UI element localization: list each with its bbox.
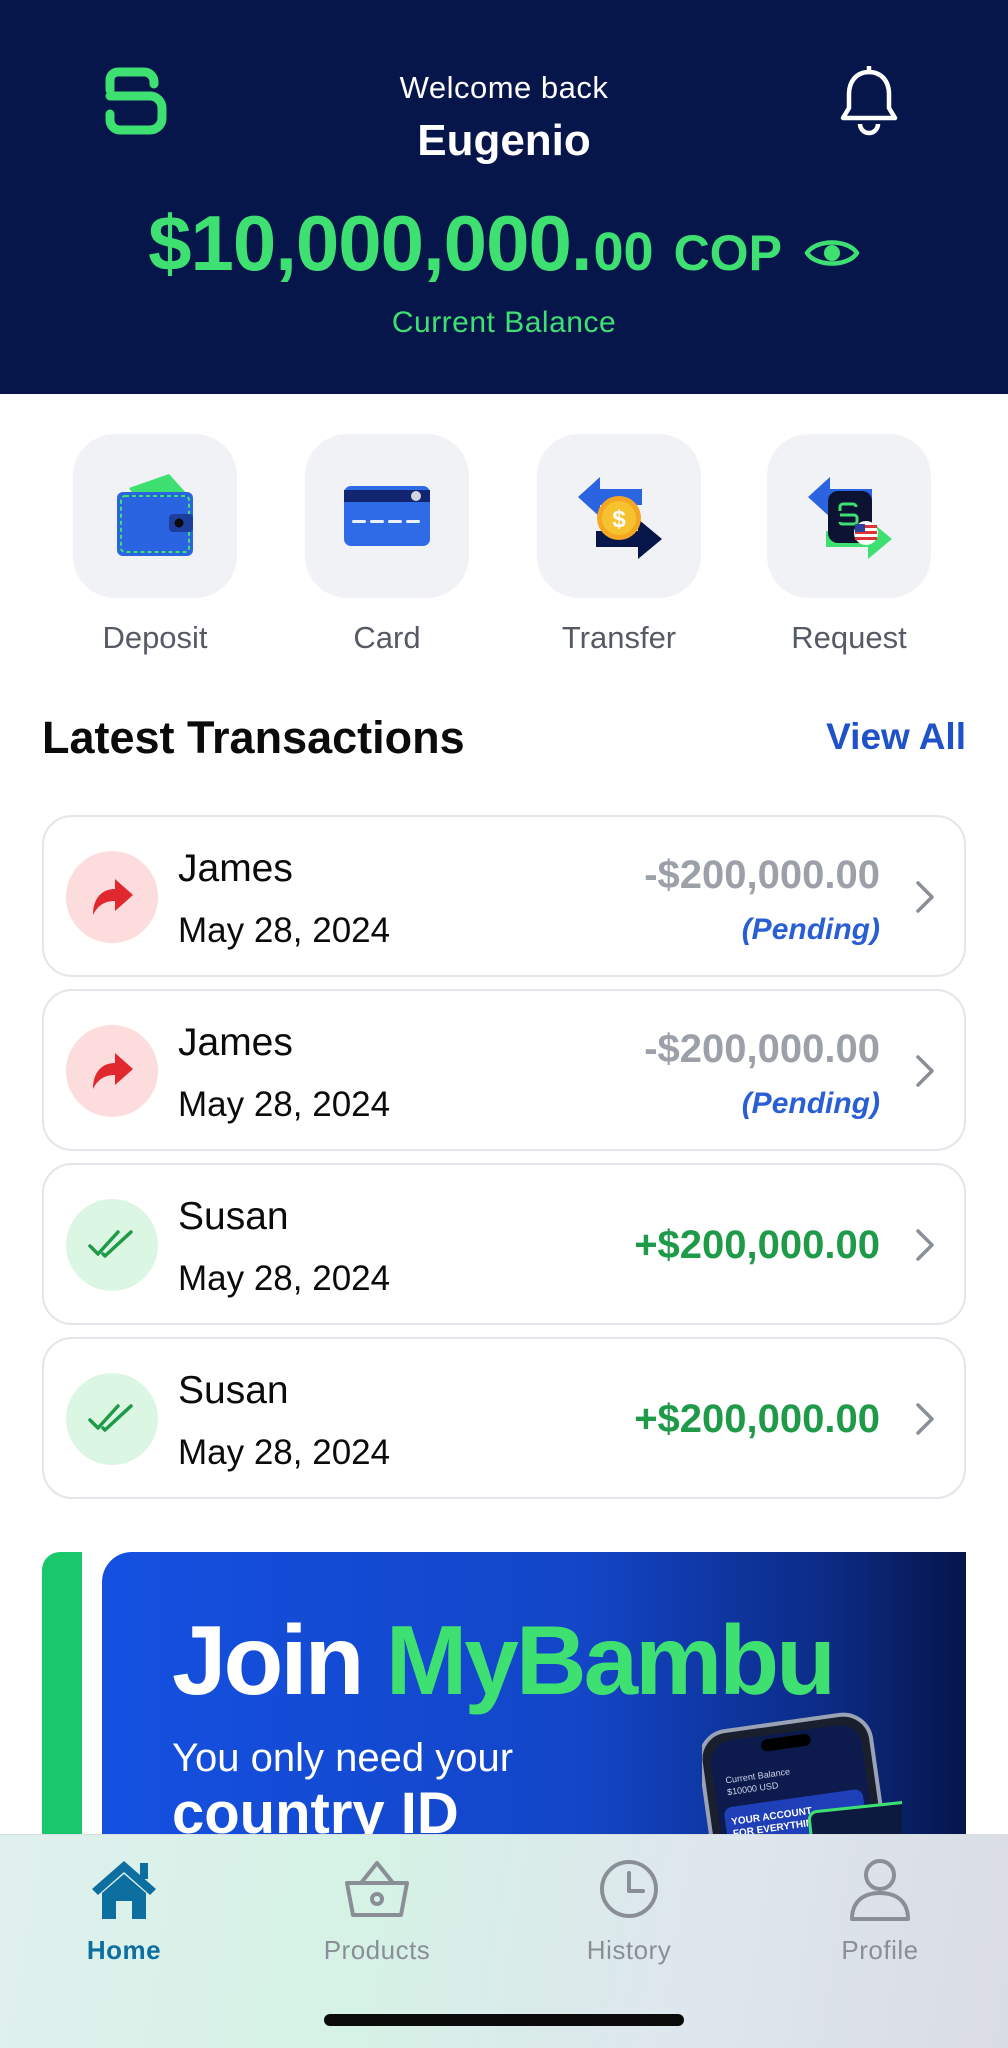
banner-brand-text: MyBambu [385,1605,836,1715]
transaction-amount: -$200,000.00 [644,853,880,897]
transaction-row[interactable]: James May 28, 2024 -$200,000.00 (Pending… [42,815,966,977]
transaction-amount: +$200,000.00 [634,1223,880,1267]
incoming-avatar [66,1199,158,1291]
transaction-row[interactable]: James May 28, 2024 -$200,000.00 (Pending… [42,989,966,1151]
transaction-name: James [178,847,293,890]
double-check-icon [88,1404,133,1432]
chevron-right-icon [916,881,934,913]
outgoing-avatar [66,851,158,943]
svg-text:$: $ [612,506,626,533]
bell-icon[interactable] [838,66,900,138]
phone-mockup-image: Current Balance $10000 USD YOUR ACCOUNT … [702,1712,902,1852]
transfer-arrows-icon: $ [578,477,662,559]
tab-history[interactable]: History [539,1855,719,1966]
transaction-row[interactable]: Susan May 28, 2024 +$200,000.00 [42,1337,966,1499]
banner-subtitle: You only need your [172,1736,514,1780]
transaction-amount: -$200,000.00 [644,1027,880,1071]
tab-products[interactable]: Products [287,1855,467,1966]
balance-label: Current Balance [391,306,617,339]
transaction-amount: +$200,000.00 [634,1397,880,1441]
request-label: Request [791,620,907,655]
transaction-status: (Pending) [741,1087,880,1120]
balance-amount: $10,000,000. 00 COP [0,198,1008,289]
transaction-status: (Pending) [741,913,880,946]
user-icon [850,1859,910,1921]
transaction-name: Susan [178,1369,289,1412]
transfer-action[interactable]: $ Transfer [524,434,714,656]
credit-card-icon [344,486,430,546]
home-indicator[interactable] [324,2014,684,2026]
transaction-name: James [178,1021,293,1064]
deposit-tile[interactable] [73,434,237,598]
transaction-row[interactable]: Susan May 28, 2024 +$200,000.00 [42,1163,966,1325]
outgoing-arrow-icon [93,879,133,915]
chevron-right-icon [916,1403,934,1435]
tab-products-label: Products [323,1935,431,1965]
deposit-label: Deposit [102,620,208,655]
request-action[interactable]: Request [754,434,944,656]
outgoing-arrow-icon [93,1053,133,1089]
tab-home[interactable]: Home [34,1855,214,1966]
tab-profile[interactable]: Profile [790,1855,970,1966]
section-title: Latest Transactions [42,712,465,763]
banner-join-text: Join [172,1605,364,1715]
quick-actions: Deposit Card $ Transfer Request [0,434,1008,664]
tab-profile-label: Profile [841,1935,919,1965]
transfer-tile[interactable]: $ [537,434,701,598]
deposit-action[interactable]: Deposit [60,434,250,656]
header: Welcome back Eugenio $10,000,000. 00 COP… [0,0,1008,394]
incoming-avatar [66,1373,158,1465]
transaction-name: Susan [178,1195,289,1238]
chevron-right-icon [916,1229,934,1261]
basket-icon [345,1861,409,1917]
transaction-date: May 28, 2024 [178,1259,391,1298]
banner-headline: Join MyBambu [172,1604,836,1717]
balance-cents: 00 [593,222,654,282]
promo-banner[interactable]: Join MyBambu You only need your country … [102,1552,966,1852]
transfer-label: Transfer [561,620,677,655]
tab-home-label: Home [86,1935,162,1965]
transaction-date: May 28, 2024 [178,1085,391,1124]
card-action[interactable]: Card [292,434,482,656]
transaction-date: May 28, 2024 [178,911,391,950]
eye-icon[interactable] [804,234,860,272]
previous-banner-peek[interactable] [42,1552,82,1852]
view-all-link[interactable]: View All [826,716,966,758]
tab-history-label: History [586,1935,672,1965]
outgoing-avatar [66,1025,158,1117]
chevron-right-icon [916,1055,934,1087]
transaction-date: May 28, 2024 [178,1433,391,1472]
balance-main: $10,000,000. [148,199,592,287]
request-tile[interactable] [767,434,931,598]
balance-currency: COP [673,225,782,281]
wallet-icon [117,474,193,556]
home-icon [92,1861,156,1919]
card-tile[interactable] [305,434,469,598]
double-check-icon [88,1230,133,1258]
request-arrows-icon [808,477,892,559]
card-label: Card [353,620,421,655]
clock-icon [600,1860,658,1918]
